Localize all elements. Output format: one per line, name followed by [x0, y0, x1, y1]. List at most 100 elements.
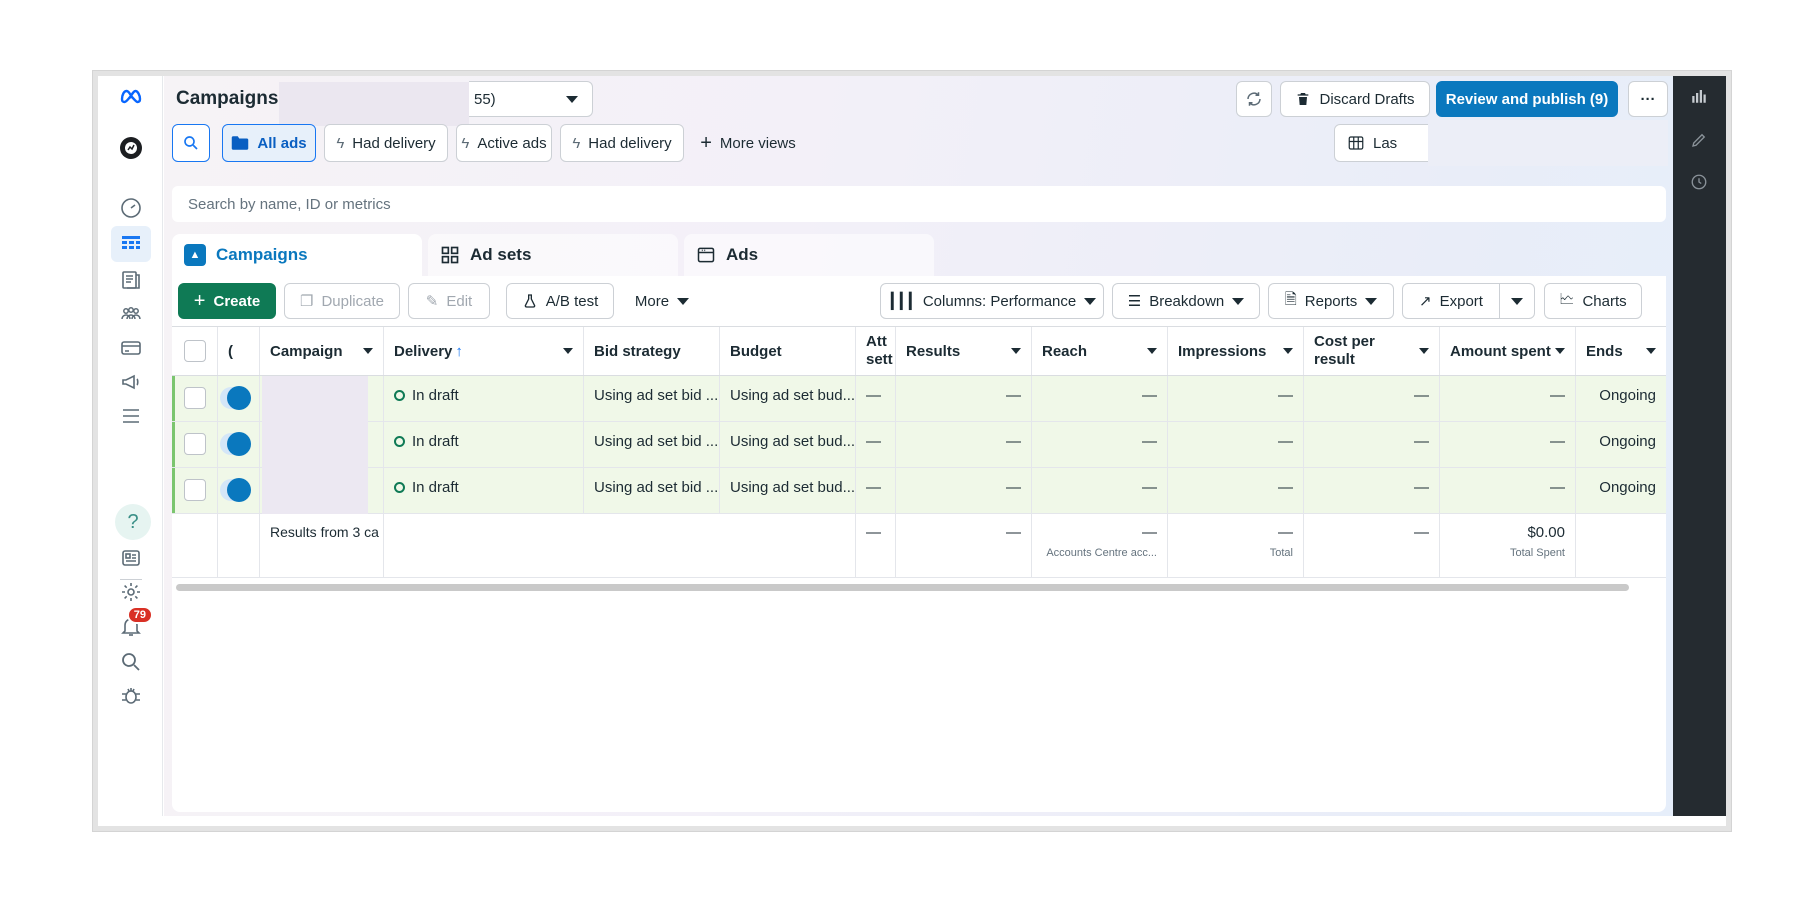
- help-icon[interactable]: ?: [113, 504, 153, 540]
- summary-empty-cell: [1576, 514, 1666, 577]
- delivery-cell: In draft: [384, 376, 584, 421]
- duplicate-button[interactable]: ❐ Duplicate: [284, 283, 400, 319]
- refresh-button[interactable]: [1236, 81, 1272, 117]
- header-off-on[interactable]: (: [218, 327, 260, 375]
- header-attribution-setting[interactable]: Att sett: [856, 327, 896, 375]
- campaign-toggle[interactable]: [220, 478, 251, 502]
- history-clock-icon[interactable]: [1687, 170, 1711, 194]
- all-tools-menu-icon[interactable]: [111, 398, 151, 434]
- header-cost-per-result[interactable]: Cost per result: [1304, 327, 1440, 375]
- impressions-cell: —: [1168, 376, 1304, 421]
- results-summary-row: Results from 3 ca — — — Accounts Centre a…: [172, 514, 1666, 578]
- view-active-ads[interactable]: ϟ Active ads: [456, 124, 552, 162]
- more-actions-button[interactable]: More: [622, 283, 702, 319]
- columns-icon: ┃┃┃: [887, 293, 915, 310]
- header-ends[interactable]: Ends: [1576, 327, 1666, 375]
- amount-spent-cell: —: [1440, 422, 1576, 467]
- ad-account-selector[interactable]: 55): [469, 81, 593, 117]
- row-checkbox[interactable]: [183, 387, 206, 409]
- summary-impressions: — Total: [1168, 514, 1304, 577]
- notification-count-badge: 79: [126, 606, 153, 624]
- header-delivery[interactable]: Delivery ↑: [384, 327, 584, 375]
- tab-ad-sets[interactable]: Ad sets: [428, 234, 678, 276]
- news-feed-icon[interactable]: [111, 540, 151, 576]
- view-all-ads[interactable]: All ads: [222, 124, 316, 162]
- summary-empty-cell: [218, 514, 260, 577]
- search-input[interactable]: Search by name, ID or metrics: [172, 186, 1666, 222]
- summary-amount-spent-sub: Total Spent: [1509, 547, 1565, 559]
- search-icon: [184, 136, 198, 150]
- review-and-publish-button[interactable]: Review and publish (9): [1436, 81, 1618, 117]
- summary-attribution: —: [856, 514, 896, 577]
- header-results[interactable]: Results: [896, 327, 1032, 375]
- cost-per-result-cell: —: [1304, 468, 1440, 513]
- breakdown-button[interactable]: ☰ Breakdown: [1112, 283, 1260, 319]
- row-select-cell: [172, 422, 218, 467]
- charts-button[interactable]: 🗠 Charts: [1544, 283, 1642, 319]
- row-toggle-cell: [218, 376, 260, 421]
- delivery-cell: In draft: [384, 422, 584, 467]
- redacted-campaign-names: [262, 376, 368, 514]
- create-button[interactable]: + Create: [178, 283, 276, 319]
- summary-impressions-sub: Total: [1269, 547, 1293, 559]
- header-reach[interactable]: Reach: [1032, 327, 1168, 375]
- campaign-flag-icon: ▲: [184, 244, 206, 266]
- billing-card-icon[interactable]: [111, 330, 151, 366]
- notifications-bell-icon[interactable]: 79: [111, 606, 153, 644]
- export-options-button[interactable]: [1499, 283, 1535, 319]
- page-title: Campaigns: [176, 88, 279, 109]
- header-bid-strategy[interactable]: Bid strategy: [584, 327, 720, 375]
- row-checkbox[interactable]: [183, 479, 206, 501]
- view-had-delivery-2[interactable]: ϟ Had delivery: [560, 124, 684, 162]
- tab-ads[interactable]: Ads: [684, 234, 934, 276]
- horizontal-scrollbar[interactable]: [176, 584, 1629, 591]
- search-views-button[interactable]: [172, 124, 210, 162]
- more-views-button[interactable]: + More views: [690, 124, 806, 162]
- account-avatar-icon[interactable]: [111, 130, 151, 166]
- chevron-down-icon: [1232, 297, 1245, 305]
- export-button[interactable]: ↗ Export: [1402, 283, 1500, 319]
- breakdown-icon: ☰: [1127, 293, 1142, 310]
- select-all-checkbox[interactable]: [183, 340, 206, 362]
- ends-cell: Ongoing: [1599, 479, 1656, 496]
- sort-caret-icon: [363, 348, 373, 354]
- summary-results-value: —: [1006, 524, 1021, 541]
- discard-drafts-button[interactable]: Discard Drafts: [1280, 81, 1430, 117]
- bar-chart-icon[interactable]: [1687, 84, 1711, 108]
- more-options-button[interactable]: ···: [1628, 81, 1668, 117]
- audiences-icon[interactable]: [111, 296, 151, 332]
- tab-campaigns[interactable]: ▲ Campaigns: [172, 234, 422, 276]
- ad-account-value: 55): [474, 90, 496, 108]
- campaign-toggle[interactable]: [220, 432, 251, 456]
- reports-button[interactable]: 🗎 Reports: [1268, 283, 1394, 319]
- table-row[interactable]: In draft Using ad set bid ... Using ad s…: [172, 376, 1666, 422]
- header-amount-spent-label: Amount spent: [1450, 342, 1551, 360]
- header-campaign[interactable]: Campaign: [260, 327, 384, 375]
- pencil-icon[interactable]: [1687, 128, 1711, 152]
- dashboard-gauge-icon[interactable]: [111, 190, 151, 226]
- columns-button[interactable]: ┃┃┃ Columns: Performance: [880, 283, 1104, 319]
- pages-icon[interactable]: [111, 262, 151, 298]
- campaigns-table-icon[interactable]: [111, 226, 151, 262]
- search-icon[interactable]: [111, 644, 151, 680]
- view-had-delivery[interactable]: ϟ Had delivery: [324, 124, 448, 162]
- report-bug-icon[interactable]: [111, 678, 151, 714]
- delivery-value: In draft: [412, 433, 459, 450]
- summary-amount-spent: $0.00 Total Spent: [1440, 514, 1576, 577]
- meta-logo-icon[interactable]: [111, 78, 151, 114]
- settings-gear-icon[interactable]: [111, 574, 151, 610]
- summary-empty-cell: [384, 514, 856, 577]
- campaign-toggle[interactable]: [220, 386, 251, 410]
- ads-megaphone-icon[interactable]: [111, 364, 151, 400]
- header-budget[interactable]: Budget: [720, 327, 856, 375]
- table-row[interactable]: In draft Using ad set bid ... Using ad s…: [172, 422, 1666, 468]
- row-checkbox[interactable]: [183, 433, 206, 455]
- ab-test-button[interactable]: A/B test: [506, 283, 614, 319]
- edit-button[interactable]: ✎ Edit: [408, 283, 490, 319]
- more-views-label: More views: [719, 134, 796, 152]
- header-impressions[interactable]: Impressions: [1168, 327, 1304, 375]
- header-amount-spent[interactable]: Amount spent: [1440, 327, 1576, 375]
- grid-icon: [441, 246, 459, 264]
- cost-per-result-cell: —: [1304, 422, 1440, 467]
- table-row[interactable]: In draft Using ad set bid ... Using ad s…: [172, 468, 1666, 514]
